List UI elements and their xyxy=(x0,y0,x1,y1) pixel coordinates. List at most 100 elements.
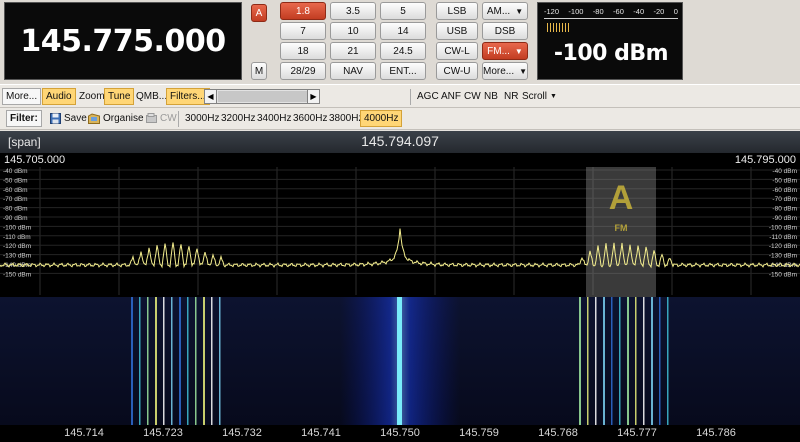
mode-dsb-button[interactable]: DSB xyxy=(482,22,528,40)
left-edge-frequency: 145.705.000 xyxy=(4,154,66,166)
filter-4000hz-button[interactable]: 4000Hz xyxy=(360,110,403,127)
dbm-scale-label: -70 dBm xyxy=(3,196,28,203)
nav-button[interactable]: NAV xyxy=(330,62,376,80)
dbm-scale-label: -90 dBm xyxy=(772,215,797,222)
band-button-10[interactable]: 10 xyxy=(330,22,376,40)
organise-label: Organise xyxy=(103,113,144,124)
s-meter-tick: -120 xyxy=(544,7,560,16)
s-meter-baseline xyxy=(544,18,678,19)
band-button-7[interactable]: 7 xyxy=(280,22,326,40)
band-button-3.5[interactable]: 3.5 xyxy=(330,2,376,20)
dbm-scale-label: -120 dBm xyxy=(3,243,31,250)
dbm-scale-left: -40 dBm -50 dBm -60 dBm -70 dBm -80 dBm -90 d… xyxy=(3,168,31,278)
cw-filter-label: CW xyxy=(160,113,177,124)
memory-button[interactable]: M xyxy=(251,62,267,80)
dbm-scale-label: -50 dBm xyxy=(772,177,797,184)
tune-scrollbar[interactable]: ◀ ▶ xyxy=(204,89,320,104)
s-meter-tick: -60 xyxy=(613,7,624,16)
mode-cwu-button[interactable]: CW-U xyxy=(436,62,478,80)
dbm-scale-label: -70 dBm xyxy=(772,196,797,203)
cw-filter-button[interactable]: CW xyxy=(142,110,181,127)
band-button-18[interactable]: 18 xyxy=(280,42,326,60)
band-button-1.8[interactable]: 1.8 xyxy=(280,2,326,20)
spectrum-and-waterfall[interactable]: -40 dBm -50 dBm -60 dBm -70 dBm -80 dBm -90 d… xyxy=(0,167,800,425)
frequency-tick-label: 145.759 xyxy=(459,427,499,439)
save-icon xyxy=(50,113,61,124)
frequency-tick-label: 145.732 xyxy=(222,427,262,439)
frequency-tick-label: 145.750 xyxy=(380,427,420,439)
dbm-scale-label: -60 dBm xyxy=(3,187,28,194)
s-meter-value: -100 dBm xyxy=(553,41,669,66)
frequency-tick-label: 145.777 xyxy=(617,427,657,439)
panadapter-display[interactable]: [span] 145.794.097 145.705.000 145.795.0… xyxy=(0,131,800,442)
mode-lsb-button[interactable]: LSB xyxy=(436,2,478,20)
dropdown-arrow-icon: ▼ xyxy=(514,46,523,56)
s-meter-scale: -120 -100 -80 -60 -40 -20 0 xyxy=(544,7,678,16)
right-edge-frequency: 145.795.000 xyxy=(734,154,796,166)
dbm-scale-label: -150 dBm xyxy=(3,271,31,278)
s-meter-tick: -100 xyxy=(568,7,584,16)
center-frequency: 145.794.097 xyxy=(361,133,439,149)
frequency-tick-label: 145.768 xyxy=(538,427,578,439)
vfo-a-button[interactable]: A xyxy=(251,4,267,22)
dbm-scale-label: -110 dBm xyxy=(3,234,31,241)
band-button-28-29[interactable]: 28/29 xyxy=(280,62,326,80)
control-panel: 145.775.000 A M 1.8 3.5 5 7 10 14 18 21 … xyxy=(0,0,800,84)
tune-button[interactable]: Tune xyxy=(104,88,135,105)
vfo-mode-label: FM xyxy=(615,223,628,233)
s-meter-tick: 0 xyxy=(673,7,678,16)
dbm-scale-label: -90 dBm xyxy=(3,215,28,222)
band-button-5[interactable]: 5 xyxy=(380,2,426,20)
organise-filter-button[interactable]: Organise xyxy=(84,110,148,127)
enter-button[interactable]: ENT... xyxy=(380,62,426,80)
scroll-left-arrow-icon[interactable]: ◀ xyxy=(205,90,217,103)
dbm-scale-label: -60 dBm xyxy=(772,187,797,194)
s-meter-bar xyxy=(547,23,569,32)
spectrum-trace xyxy=(0,228,800,269)
band-button-21[interactable]: 21 xyxy=(330,42,376,60)
dbm-scale-label: -110 dBm xyxy=(769,234,797,241)
scroll-menu-button[interactable]: Scroll ▼ xyxy=(518,88,561,105)
frequency-tick-label: 145.786 xyxy=(696,427,736,439)
dbm-scale-label: -130 dBm xyxy=(769,253,797,260)
mode-cwl-button[interactable]: CW-L xyxy=(436,42,478,60)
dbm-scale-right: -40 dBm -50 dBm -60 dBm -70 dBm -80 dBm -90 d… xyxy=(769,168,797,278)
dropdown-arrow-icon: ▼ xyxy=(550,93,557,100)
scroll-thumb[interactable] xyxy=(218,91,308,102)
s-meter: -120 -100 -80 -60 -40 -20 0 -100 dBm xyxy=(537,2,683,80)
frequency-display[interactable]: 145.775.000 xyxy=(4,2,242,80)
dbm-scale-label: -40 dBm xyxy=(772,168,797,175)
mode-am-button[interactable]: AM... ▼ xyxy=(482,2,528,20)
dbm-scale-label: -100 dBm xyxy=(769,224,797,231)
dbm-scale-label: -150 dBm xyxy=(769,271,797,278)
dbm-scale-label: -80 dBm xyxy=(772,206,797,213)
main-toolbar: More... Audio Zoom Tune QMB... Filters..… xyxy=(0,84,800,108)
filter-toolbar: Filter: Save Organise CW 3000Hz 3200Hz 3… xyxy=(0,108,800,130)
mode-usb-button[interactable]: USB xyxy=(436,22,478,40)
dropdown-arrow-icon: ▼ xyxy=(519,66,528,76)
filter-label: Filter: xyxy=(6,110,42,127)
dbm-scale-label: -50 dBm xyxy=(3,177,28,184)
mode-fm-button[interactable]: FM... ▼ xyxy=(482,42,528,60)
scroll-right-arrow-icon[interactable]: ▶ xyxy=(307,90,319,103)
vfo-letter: A xyxy=(609,179,634,217)
more-button[interactable]: More... xyxy=(2,88,42,105)
band-button-24.5[interactable]: 24.5 xyxy=(380,42,426,60)
frequency-tick-label: 145.723 xyxy=(143,427,183,439)
dbm-scale-label: -40 dBm xyxy=(3,168,28,175)
nb-button[interactable]: NB xyxy=(480,88,502,105)
dbm-scale-label: -120 dBm xyxy=(769,243,797,250)
separator xyxy=(410,89,411,105)
band-button-14[interactable]: 14 xyxy=(380,22,426,40)
mode-more-button[interactable]: More... ▼ xyxy=(482,62,528,80)
frequency-tick-label: 145.714 xyxy=(64,427,104,439)
s-meter-tick: -20 xyxy=(653,7,665,16)
mode-fm-label: FM... xyxy=(487,45,510,57)
dropdown-arrow-icon: ▼ xyxy=(515,6,524,16)
mode-am-label: AM... xyxy=(486,5,511,17)
cw-filter-icon xyxy=(146,113,157,123)
dbm-scale-label: -130 dBm xyxy=(3,253,31,260)
scroll-menu-label: Scroll xyxy=(522,91,548,102)
mode-more-label: More... xyxy=(482,65,515,77)
audio-button[interactable]: Audio xyxy=(42,88,76,105)
